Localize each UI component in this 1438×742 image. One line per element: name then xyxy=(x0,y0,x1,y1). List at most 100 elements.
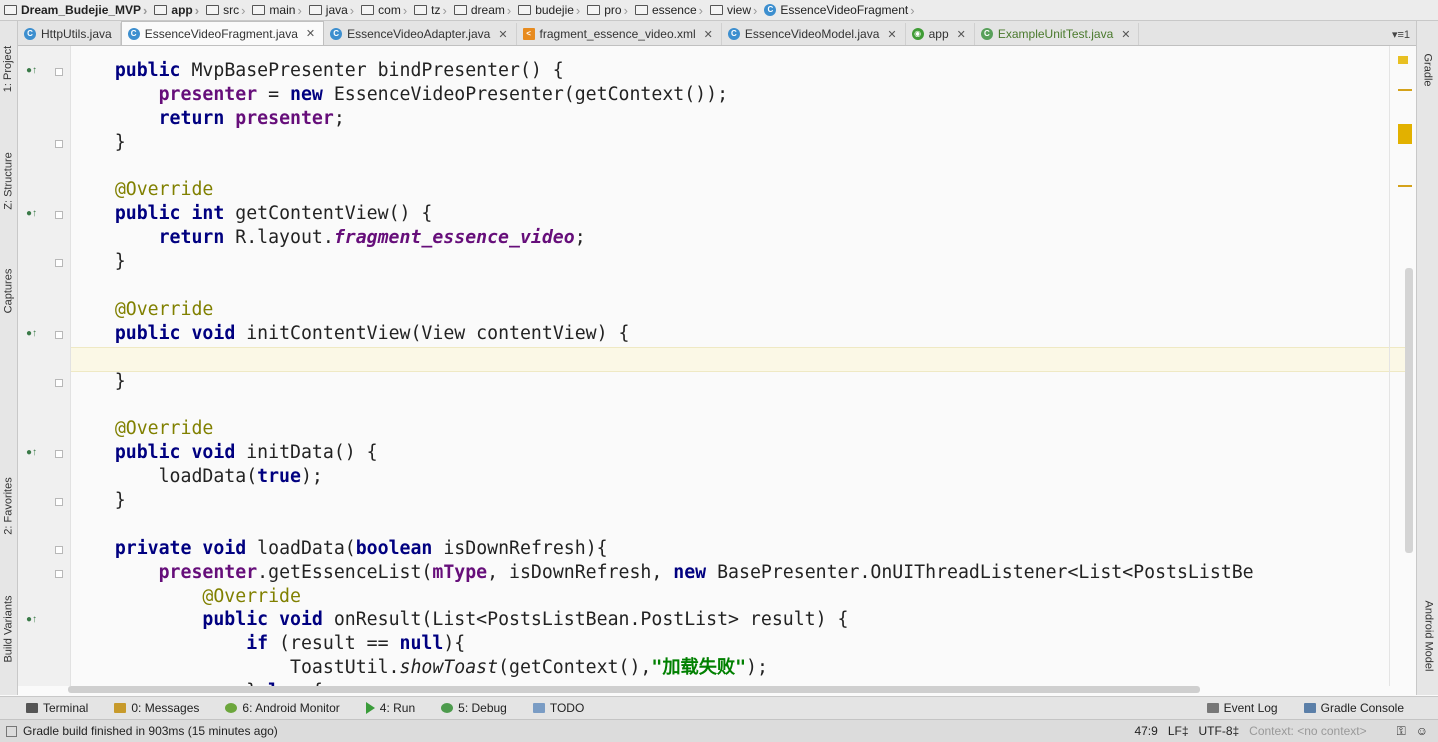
fold-icon[interactable] xyxy=(55,331,63,339)
warning-marker[interactable] xyxy=(1398,124,1412,144)
code-line[interactable]: if (result == null){ xyxy=(71,632,1254,656)
code-line[interactable] xyxy=(71,513,1254,537)
code-line[interactable] xyxy=(71,155,1254,179)
breadcrumb-item-class[interactable]: C EssenceVideoFragment › xyxy=(760,0,917,20)
code-line[interactable]: public MvpBasePresenter bindPresenter() … xyxy=(71,59,1254,83)
tab-app[interactable]: ◉ app ✕ xyxy=(906,23,975,45)
code-line[interactable]: public int getContentView() { xyxy=(71,202,1254,226)
code-line[interactable]: return presenter; xyxy=(71,107,1254,131)
tool-gradle-console[interactable]: Gradle Console xyxy=(1303,701,1404,715)
override-method-icon[interactable]: ●↑ xyxy=(26,614,37,625)
file-encoding[interactable]: UTF-8‡ xyxy=(1199,724,1240,738)
close-icon[interactable]: ✕ xyxy=(887,28,896,41)
fold-icon[interactable] xyxy=(55,450,63,458)
breadcrumb-item-view[interactable]: view › xyxy=(706,0,760,20)
breadcrumb-item-essence[interactable]: essence › xyxy=(631,0,706,20)
tool-messages[interactable]: 0: Messages xyxy=(114,701,199,715)
horizontal-scrollbar[interactable] xyxy=(68,686,1200,693)
close-icon[interactable]: ✕ xyxy=(1121,28,1130,41)
override-method-icon[interactable]: ●↑ xyxy=(26,65,37,76)
breadcrumb-item-com[interactable]: com › xyxy=(357,0,410,20)
tool-build-variants[interactable]: Build Variants xyxy=(0,579,17,679)
tool-structure[interactable]: Z: Structure xyxy=(0,131,17,231)
code-line[interactable] xyxy=(71,346,1254,370)
breadcrumb-item-src[interactable]: src › xyxy=(202,0,248,20)
breadcrumb-item-budejie[interactable]: budejie › xyxy=(514,0,583,20)
code-line[interactable]: loadData(true); xyxy=(71,465,1254,489)
code-line[interactable]: private void loadData(boolean isDownRefr… xyxy=(71,537,1254,561)
warning-marker[interactable] xyxy=(1398,89,1412,91)
code-line[interactable]: } xyxy=(71,489,1254,513)
code-line[interactable]: } xyxy=(71,250,1254,274)
tool-windows-toggle-icon[interactable] xyxy=(6,725,17,737)
tool-android-model[interactable]: Android Model xyxy=(1417,581,1438,691)
breadcrumb-item-pro[interactable]: pro › xyxy=(583,0,631,20)
tab-fragment-essence-video-xml[interactable]: < fragment_essence_video.xml ✕ xyxy=(517,23,722,45)
tool-android-monitor[interactable]: 6: Android Monitor xyxy=(225,701,340,715)
code-line[interactable]: ToastUtil.showToast(getContext(),"加载失败")… xyxy=(71,656,1254,680)
close-icon[interactable]: ✕ xyxy=(498,28,507,41)
code-text[interactable]: public MvpBasePresenter bindPresenter() … xyxy=(71,59,1254,686)
breadcrumb-item-main[interactable]: main › xyxy=(248,0,304,20)
tool-gradle[interactable]: Gradle xyxy=(1417,35,1438,105)
tool-project[interactable]: 1: Project xyxy=(0,29,17,109)
code-line[interactable]: @Override xyxy=(71,298,1254,322)
code-line[interactable]: @Override xyxy=(71,585,1254,609)
code-line[interactable]: public void initContentView(View content… xyxy=(71,322,1254,346)
tab-httputils[interactable]: C HttpUtils.java xyxy=(18,23,121,45)
inspection-icon[interactable]: ☺ xyxy=(1416,724,1428,738)
tool-todo[interactable]: TODO xyxy=(532,701,584,715)
tab-essence-video-fragment[interactable]: C EssenceVideoFragment.java ✕ xyxy=(120,21,325,45)
code-line[interactable]: } xyxy=(71,131,1254,155)
code-line[interactable]: @Override xyxy=(71,417,1254,441)
breadcrumb-item-tz[interactable]: tz › xyxy=(410,0,450,20)
fold-icon[interactable] xyxy=(55,379,63,387)
breadcrumb-item-java[interactable]: java › xyxy=(305,0,357,20)
status-right: 47:9 LF‡ UTF-8‡ Context: <no context> ⚿ … xyxy=(1134,724,1438,739)
code-line[interactable] xyxy=(71,274,1254,298)
code-line[interactable]: } xyxy=(71,370,1254,394)
code-line[interactable] xyxy=(71,393,1254,417)
tool-favorites[interactable]: 2: Favorites xyxy=(0,461,17,551)
tool-run[interactable]: 4: Run xyxy=(365,701,415,715)
status-message[interactable]: Gradle build finished in 903ms (15 minut… xyxy=(23,724,278,738)
code-editor[interactable]: public MvpBasePresenter bindPresenter() … xyxy=(71,46,1405,686)
fold-icon[interactable] xyxy=(55,68,63,76)
fold-icon[interactable] xyxy=(55,570,63,578)
override-method-icon[interactable]: ●↑ xyxy=(26,447,37,458)
lock-icon[interactable]: ⚿ xyxy=(1397,724,1406,739)
tool-debug[interactable]: 5: Debug xyxy=(441,701,507,715)
tab-overflow-button[interactable]: ▾≡1 xyxy=(1386,28,1416,45)
tab-essence-video-model[interactable]: C EssenceVideoModel.java ✕ xyxy=(722,23,906,45)
code-line[interactable]: @Override xyxy=(71,178,1254,202)
code-line[interactable]: public void onResult(List<PostsListBean.… xyxy=(71,608,1254,632)
code-line[interactable]: return R.layout.fragment_essence_video; xyxy=(71,226,1254,250)
breadcrumb-item-app[interactable]: app › xyxy=(150,0,202,20)
close-icon[interactable]: ✕ xyxy=(957,28,966,41)
fold-icon[interactable] xyxy=(55,498,63,506)
vertical-scrollbar[interactable] xyxy=(1405,268,1413,553)
line-separator[interactable]: LF‡ xyxy=(1168,724,1189,738)
code-line[interactable]: presenter.getEssenceList(mType, isDownRe… xyxy=(71,561,1254,585)
warning-marker[interactable] xyxy=(1398,56,1408,64)
tool-captures[interactable]: Captures xyxy=(0,256,17,326)
caret-position[interactable]: 47:9 xyxy=(1134,724,1157,738)
override-method-icon[interactable]: ●↑ xyxy=(26,208,37,219)
tab-essence-video-adapter[interactable]: C EssenceVideoAdapter.java ✕ xyxy=(324,23,517,45)
fold-icon[interactable] xyxy=(55,140,63,148)
override-method-icon[interactable]: ●↑ xyxy=(26,328,37,339)
warning-marker[interactable] xyxy=(1398,185,1412,187)
close-icon[interactable]: ✕ xyxy=(306,27,315,40)
fold-icon[interactable] xyxy=(55,259,63,267)
tool-event-log[interactable]: Event Log xyxy=(1206,701,1278,715)
close-icon[interactable]: ✕ xyxy=(704,28,713,41)
fold-icon[interactable] xyxy=(55,546,63,554)
fold-icon[interactable] xyxy=(55,211,63,219)
code-line[interactable]: presenter = new EssenceVideoPresenter(ge… xyxy=(71,83,1254,107)
tab-example-unit-test[interactable]: C ExampleUnitTest.java ✕ xyxy=(975,23,1140,45)
breadcrumb-item-project[interactable]: Dream_Budejie_MVP › xyxy=(0,0,150,20)
code-line[interactable]: public void initData() { xyxy=(71,441,1254,465)
breadcrumb-item-dream[interactable]: dream › xyxy=(450,0,514,20)
context-indicator[interactable]: Context: <no context> xyxy=(1249,724,1366,738)
tool-terminal[interactable]: Terminal xyxy=(26,701,88,715)
